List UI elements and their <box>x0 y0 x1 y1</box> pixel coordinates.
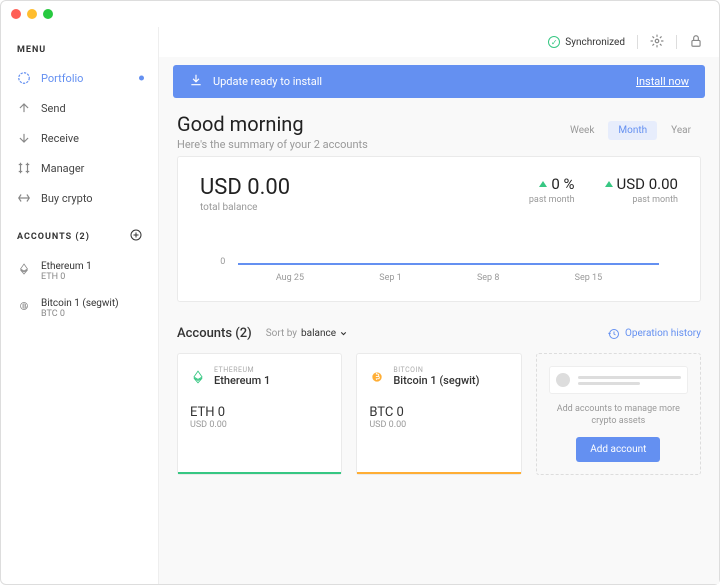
banner-text: Update ready to install <box>213 75 322 88</box>
topbar: ✓ Synchronized <box>159 27 719 57</box>
account-fiat-balance: USD 0.00 <box>369 420 508 430</box>
bitcoin-icon <box>17 299 31 313</box>
sidebar-item-manager[interactable]: Manager <box>1 153 158 183</box>
bitcoin-icon <box>369 369 385 385</box>
receive-icon <box>17 131 31 145</box>
sidebar-item-label: Portfolio <box>41 72 83 85</box>
accounts-header: ACCOUNTS (2) <box>17 232 90 242</box>
close-window-button[interactable] <box>11 9 21 19</box>
sync-status: ✓ Synchronized <box>548 36 625 48</box>
sidebar-item-label: Receive <box>41 132 79 145</box>
accent-bar <box>178 472 341 474</box>
sidebar-account-ethereum[interactable]: Ethereum 1 ETH 0 <box>1 253 158 290</box>
send-icon <box>17 101 31 115</box>
crypto-chain: ETHEREUM <box>214 366 270 374</box>
add-account-card: Add accounts to manage more crypto asset… <box>536 353 701 475</box>
total-balance-label: total balance <box>200 202 290 213</box>
account-name: Bitcoin 1 (segwit) <box>41 298 119 309</box>
divider <box>676 35 677 49</box>
sidebar-item-send[interactable]: Send <box>1 93 158 123</box>
install-now-link[interactable]: Install now <box>636 75 689 88</box>
pct-change-value: 0 % <box>551 175 574 193</box>
sidebar: MENU Portfolio Send Receive Manager Buy … <box>1 27 159 584</box>
maximize-window-button[interactable] <box>43 9 53 19</box>
ethereum-icon <box>17 262 31 276</box>
sort-dropdown[interactable]: balance <box>301 328 347 339</box>
add-account-text: Add accounts to manage more crypto asset… <box>549 404 688 427</box>
placeholder-row <box>549 366 688 394</box>
account-card-bitcoin[interactable]: BITCOIN Bitcoin 1 (segwit) BTC 0 USD 0.0… <box>356 353 521 475</box>
divider <box>637 35 638 49</box>
account-card-ethereum[interactable]: ETHEREUM Ethereum 1 ETH 0 USD 0.00 <box>177 353 342 475</box>
window-titlebar <box>1 1 719 27</box>
sidebar-item-buy-crypto[interactable]: Buy crypto <box>1 183 158 213</box>
balance-card: USD 0.00 total balance 0 % past month US… <box>177 156 701 302</box>
menu-header: MENU <box>1 35 158 63</box>
chart-tick: Aug 25 <box>276 273 304 283</box>
account-name: Ethereum 1 <box>41 261 92 272</box>
account-balance: BTC 0 <box>41 309 119 319</box>
sidebar-item-portfolio[interactable]: Portfolio <box>1 63 158 93</box>
minimize-window-button[interactable] <box>27 9 37 19</box>
accent-bar <box>357 472 520 474</box>
up-triangle-icon <box>605 181 613 187</box>
buy-crypto-icon <box>17 191 31 205</box>
add-account-icon[interactable] <box>130 229 142 245</box>
ethereum-icon <box>190 369 206 385</box>
accounts-title: Accounts (2) <box>177 326 252 341</box>
up-triangle-icon <box>539 181 547 187</box>
sidebar-item-label: Send <box>41 102 66 115</box>
account-fiat-balance: USD 0.00 <box>190 420 329 430</box>
chart-tick: Sep 15 <box>575 273 603 283</box>
settings-icon[interactable] <box>650 34 664 51</box>
crypto-name: Bitcoin 1 (segwit) <box>393 374 479 387</box>
lock-icon[interactable] <box>689 34 703 51</box>
add-account-button[interactable]: Add account <box>576 437 660 462</box>
check-icon: ✓ <box>548 36 560 48</box>
balance-chart: Aug 25 Sep 1 Sep 8 Sep 15 <box>200 263 678 283</box>
sidebar-item-label: Buy crypto <box>41 192 93 205</box>
sidebar-item-receive[interactable]: Receive <box>1 123 158 153</box>
range-year-button[interactable]: Year <box>661 121 701 140</box>
account-balance: ETH 0 <box>41 272 92 282</box>
total-balance-value: USD 0.00 <box>200 175 290 200</box>
abs-change-label: past month <box>605 195 678 205</box>
sidebar-account-bitcoin[interactable]: Bitcoin 1 (segwit) BTC 0 <box>1 290 158 327</box>
update-banner: Update ready to install Install now <box>173 65 705 98</box>
crypto-name: Ethereum 1 <box>214 374 270 387</box>
chart-tick: Sep 8 <box>477 273 499 283</box>
account-crypto-balance: ETH 0 <box>190 405 329 420</box>
range-week-button[interactable]: Week <box>560 121 604 140</box>
pct-change-label: past month <box>529 195 575 205</box>
main-content: ✓ Synchronized Update ready to install I… <box>159 27 719 584</box>
manager-icon <box>17 161 31 175</box>
account-crypto-balance: BTC 0 <box>369 405 508 420</box>
download-icon <box>189 73 203 90</box>
sidebar-item-label: Manager <box>41 162 84 175</box>
crypto-chain: BITCOIN <box>393 366 479 374</box>
portfolio-icon <box>17 71 31 85</box>
chart-tick: Sep 1 <box>379 273 401 283</box>
abs-change-value: USD 0.00 <box>617 175 678 193</box>
chart-line <box>238 263 659 265</box>
sort-label: Sort by <box>266 328 297 339</box>
range-month-button[interactable]: Month <box>608 121 657 140</box>
operation-history-link[interactable]: Operation history <box>608 328 701 340</box>
